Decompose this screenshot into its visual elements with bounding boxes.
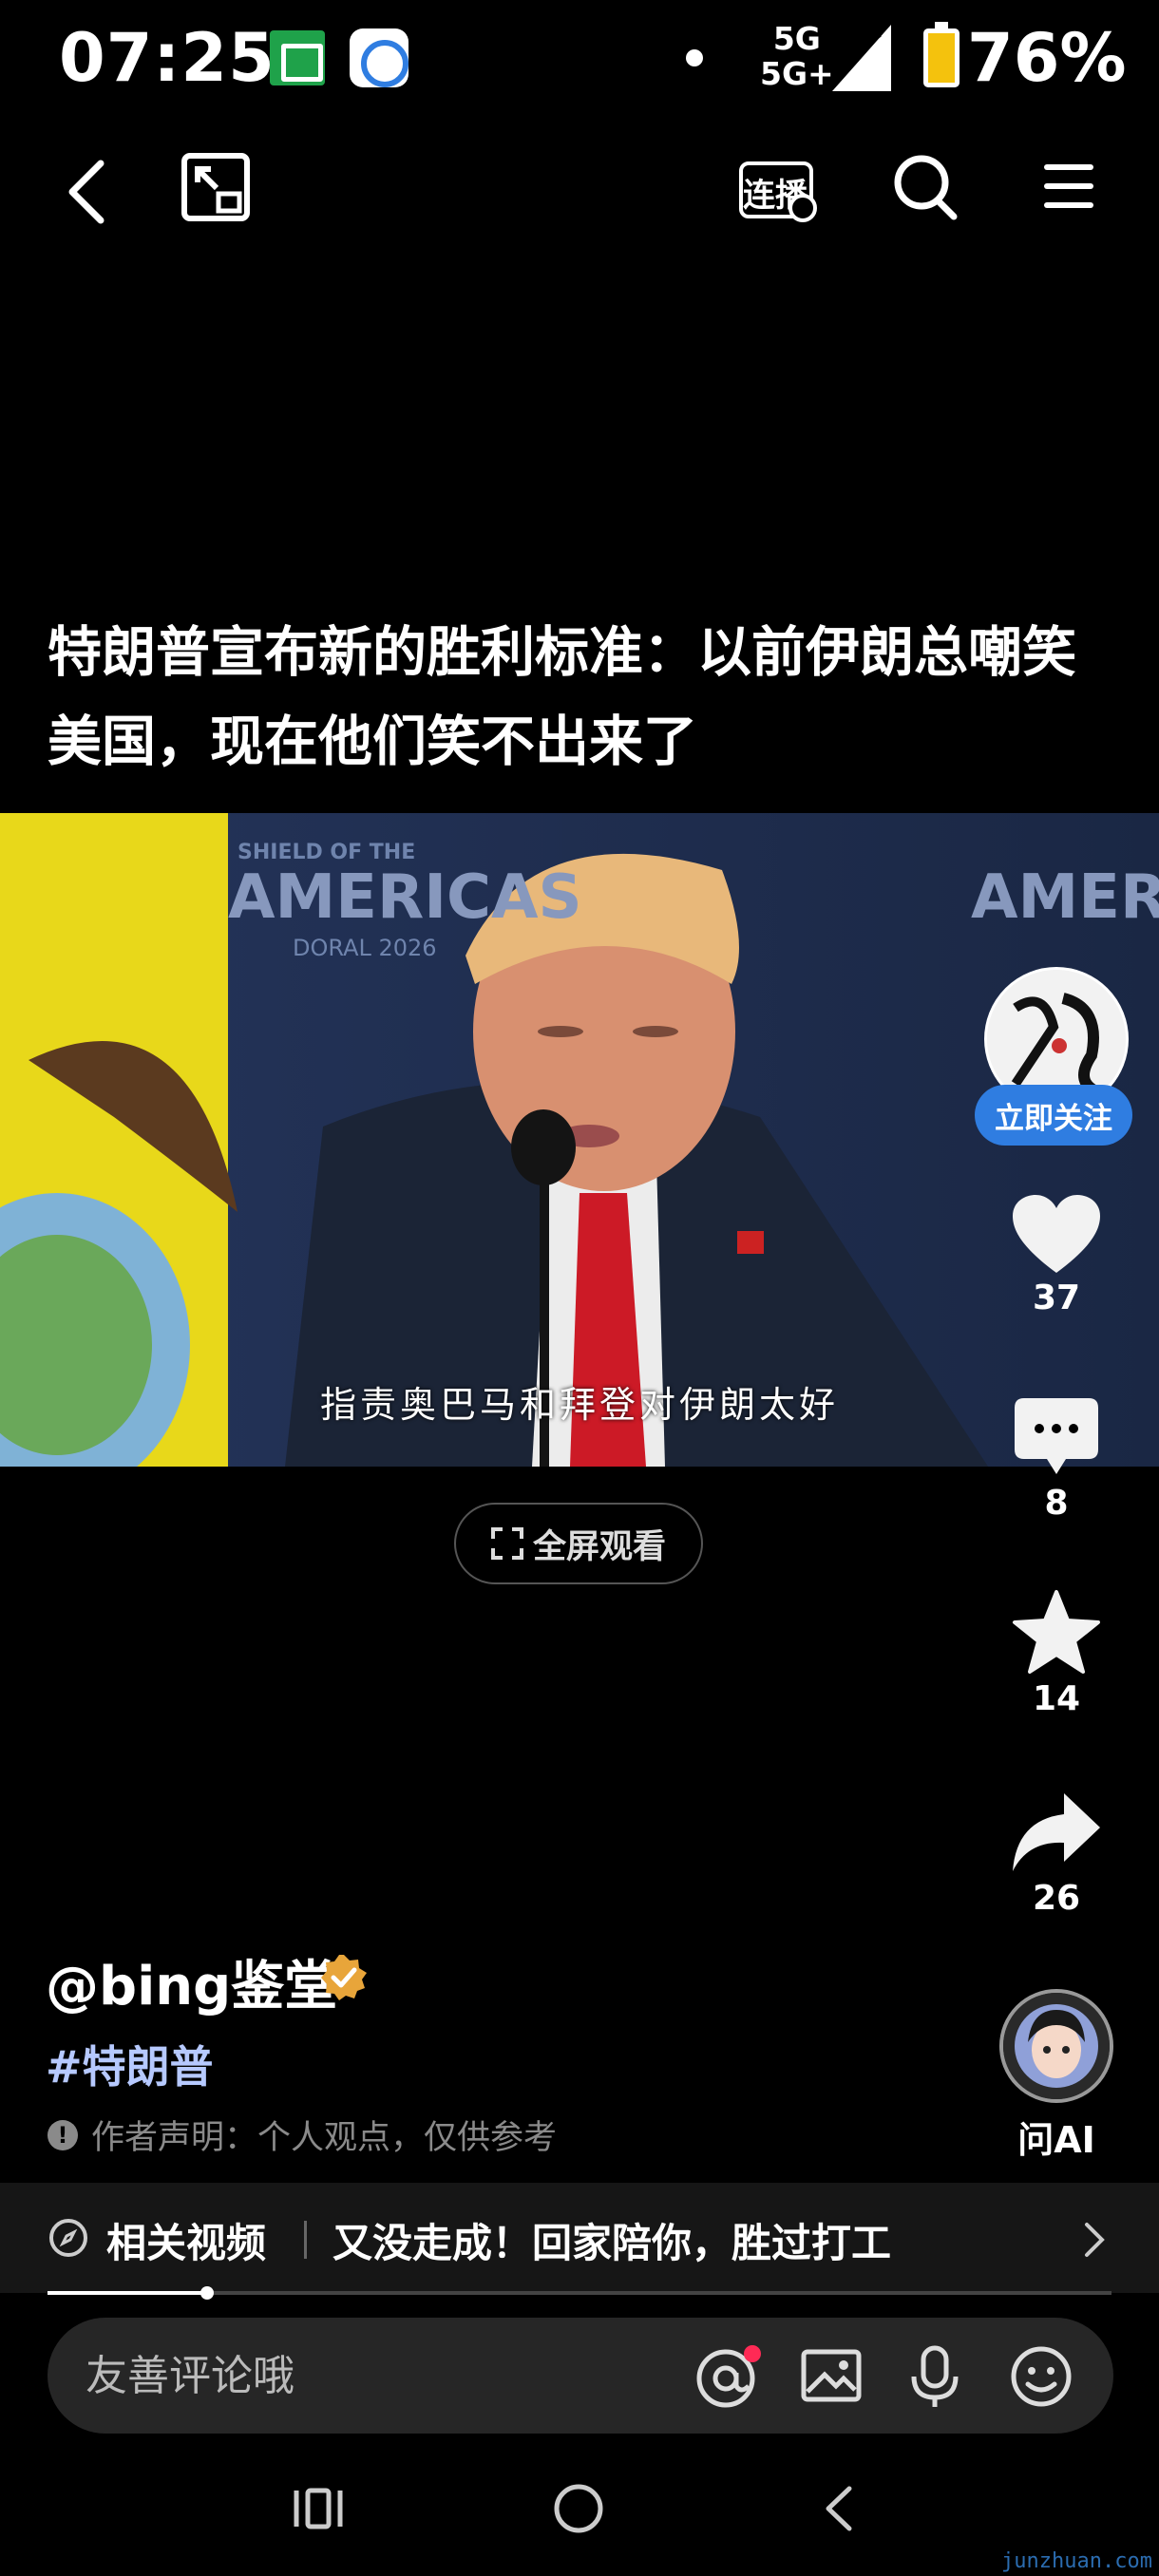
picture-in-picture-icon[interactable]: [180, 152, 251, 222]
notification-dot-icon: [686, 49, 703, 66]
fullscreen-button[interactable]: 全屏观看: [454, 1503, 703, 1584]
like-button[interactable]: 37: [980, 1193, 1132, 1317]
emoji-icon[interactable]: [1009, 2344, 1074, 2409]
author-handle[interactable]: @bing鉴堂: [46, 1943, 337, 2020]
fullscreen-icon: [490, 1527, 523, 1560]
signal-icon: [832, 25, 891, 91]
image-icon[interactable]: [800, 2344, 863, 2407]
video-title: 特朗普宣布新的胜利标准：以前伊朗总嘲笑美国，现在他们笑不出来了: [48, 621, 1076, 773]
backdrop-text: AMERICA: [971, 862, 1159, 933]
chevron-right-icon: [1085, 2223, 1105, 2257]
disabled-icon: [788, 194, 817, 222]
video-progress-bar[interactable]: [48, 2286, 1112, 2300]
star-icon: [1013, 1590, 1100, 1674]
compass-icon: [49, 2219, 87, 2257]
network-type-bottom: 5G+: [760, 55, 834, 92]
divider: [304, 2221, 307, 2259]
verified-badge-icon: [321, 1955, 367, 2000]
related-label: 相关视频: [106, 2220, 267, 2266]
status-time: 07:25: [59, 19, 276, 97]
related-video-title: 又没走成！回家陪你，胜过打工: [332, 2220, 892, 2266]
search-icon[interactable]: [891, 152, 960, 222]
back-nav-icon[interactable]: [819, 2483, 857, 2534]
watermark: junzhuan.com: [1001, 2549, 1152, 2573]
comment-input[interactable]: [86, 2318, 656, 2434]
follow-button[interactable]: 立即关注: [975, 1085, 1132, 1146]
video-player[interactable]: SHIELD OF THE AMERICAS DORAL 2026 AMERIC…: [0, 813, 1159, 1467]
video-frame-image: SHIELD OF THE AMERICAS DORAL 2026 AMERIC…: [0, 813, 1159, 1467]
autoplay-toggle[interactable]: 连播: [739, 161, 819, 226]
home-icon[interactable]: [551, 2481, 606, 2536]
progress-fill: [48, 2291, 207, 2295]
backdrop-text: AMERICAS: [228, 862, 582, 933]
battery-percent: 76%: [967, 19, 1127, 97]
network-type-top: 5G: [772, 20, 821, 57]
favorite-count: 14: [1032, 1679, 1081, 1718]
heart-icon: [1013, 1195, 1100, 1273]
battery-icon: [923, 22, 960, 87]
backdrop-text: DORAL 2026: [293, 935, 437, 961]
comment-bar: [48, 2318, 1113, 2434]
share-icon: [1013, 1793, 1100, 1871]
status-bar: 07:25 5G 5G+ 76%: [0, 0, 1159, 123]
share-button[interactable]: 26: [980, 1790, 1132, 1918]
backdrop-text: SHIELD OF THE: [238, 841, 415, 864]
related-videos-bar[interactable]: 相关视频 又没走成！回家陪你，胜过打工: [0, 2183, 1159, 2293]
author-disclaimer: ! 作者声明：个人观点，仅供参考: [48, 2111, 557, 2159]
system-navigation-bar: [0, 2451, 1159, 2576]
disclaimer-text: 作者声明：个人观点，仅供参考: [91, 2119, 558, 2157]
notification-dot-icon: [744, 2345, 761, 2362]
menu-icon[interactable]: [1043, 152, 1094, 218]
fullscreen-label: 全屏观看: [532, 1527, 666, 1566]
network-type: 5G 5G+: [760, 21, 834, 91]
comment-button[interactable]: 8: [980, 1394, 1132, 1523]
progress-handle[interactable]: [200, 2286, 214, 2300]
recent-apps-icon[interactable]: [291, 2485, 346, 2532]
comment-icon: [1015, 1398, 1098, 1474]
comment-count: 8: [1044, 1484, 1069, 1523]
share-count: 26: [1032, 1879, 1081, 1918]
ask-ai-label[interactable]: 问AI: [980, 2111, 1132, 2163]
favorite-button[interactable]: 14: [980, 1588, 1132, 1718]
like-count: 37: [1032, 1279, 1081, 1317]
ai-avatar-icon: [1003, 1993, 1110, 2099]
ask-ai-button[interactable]: [999, 1989, 1113, 2103]
back-icon[interactable]: [59, 152, 116, 232]
mention-icon[interactable]: [694, 2344, 762, 2411]
info-icon: !: [48, 2119, 78, 2150]
microphone-icon[interactable]: [906, 2344, 963, 2411]
notification-app-icon: [270, 30, 325, 85]
hashtag-link[interactable]: #特朗普: [46, 2033, 214, 2095]
notification-app-icon: [350, 28, 408, 87]
